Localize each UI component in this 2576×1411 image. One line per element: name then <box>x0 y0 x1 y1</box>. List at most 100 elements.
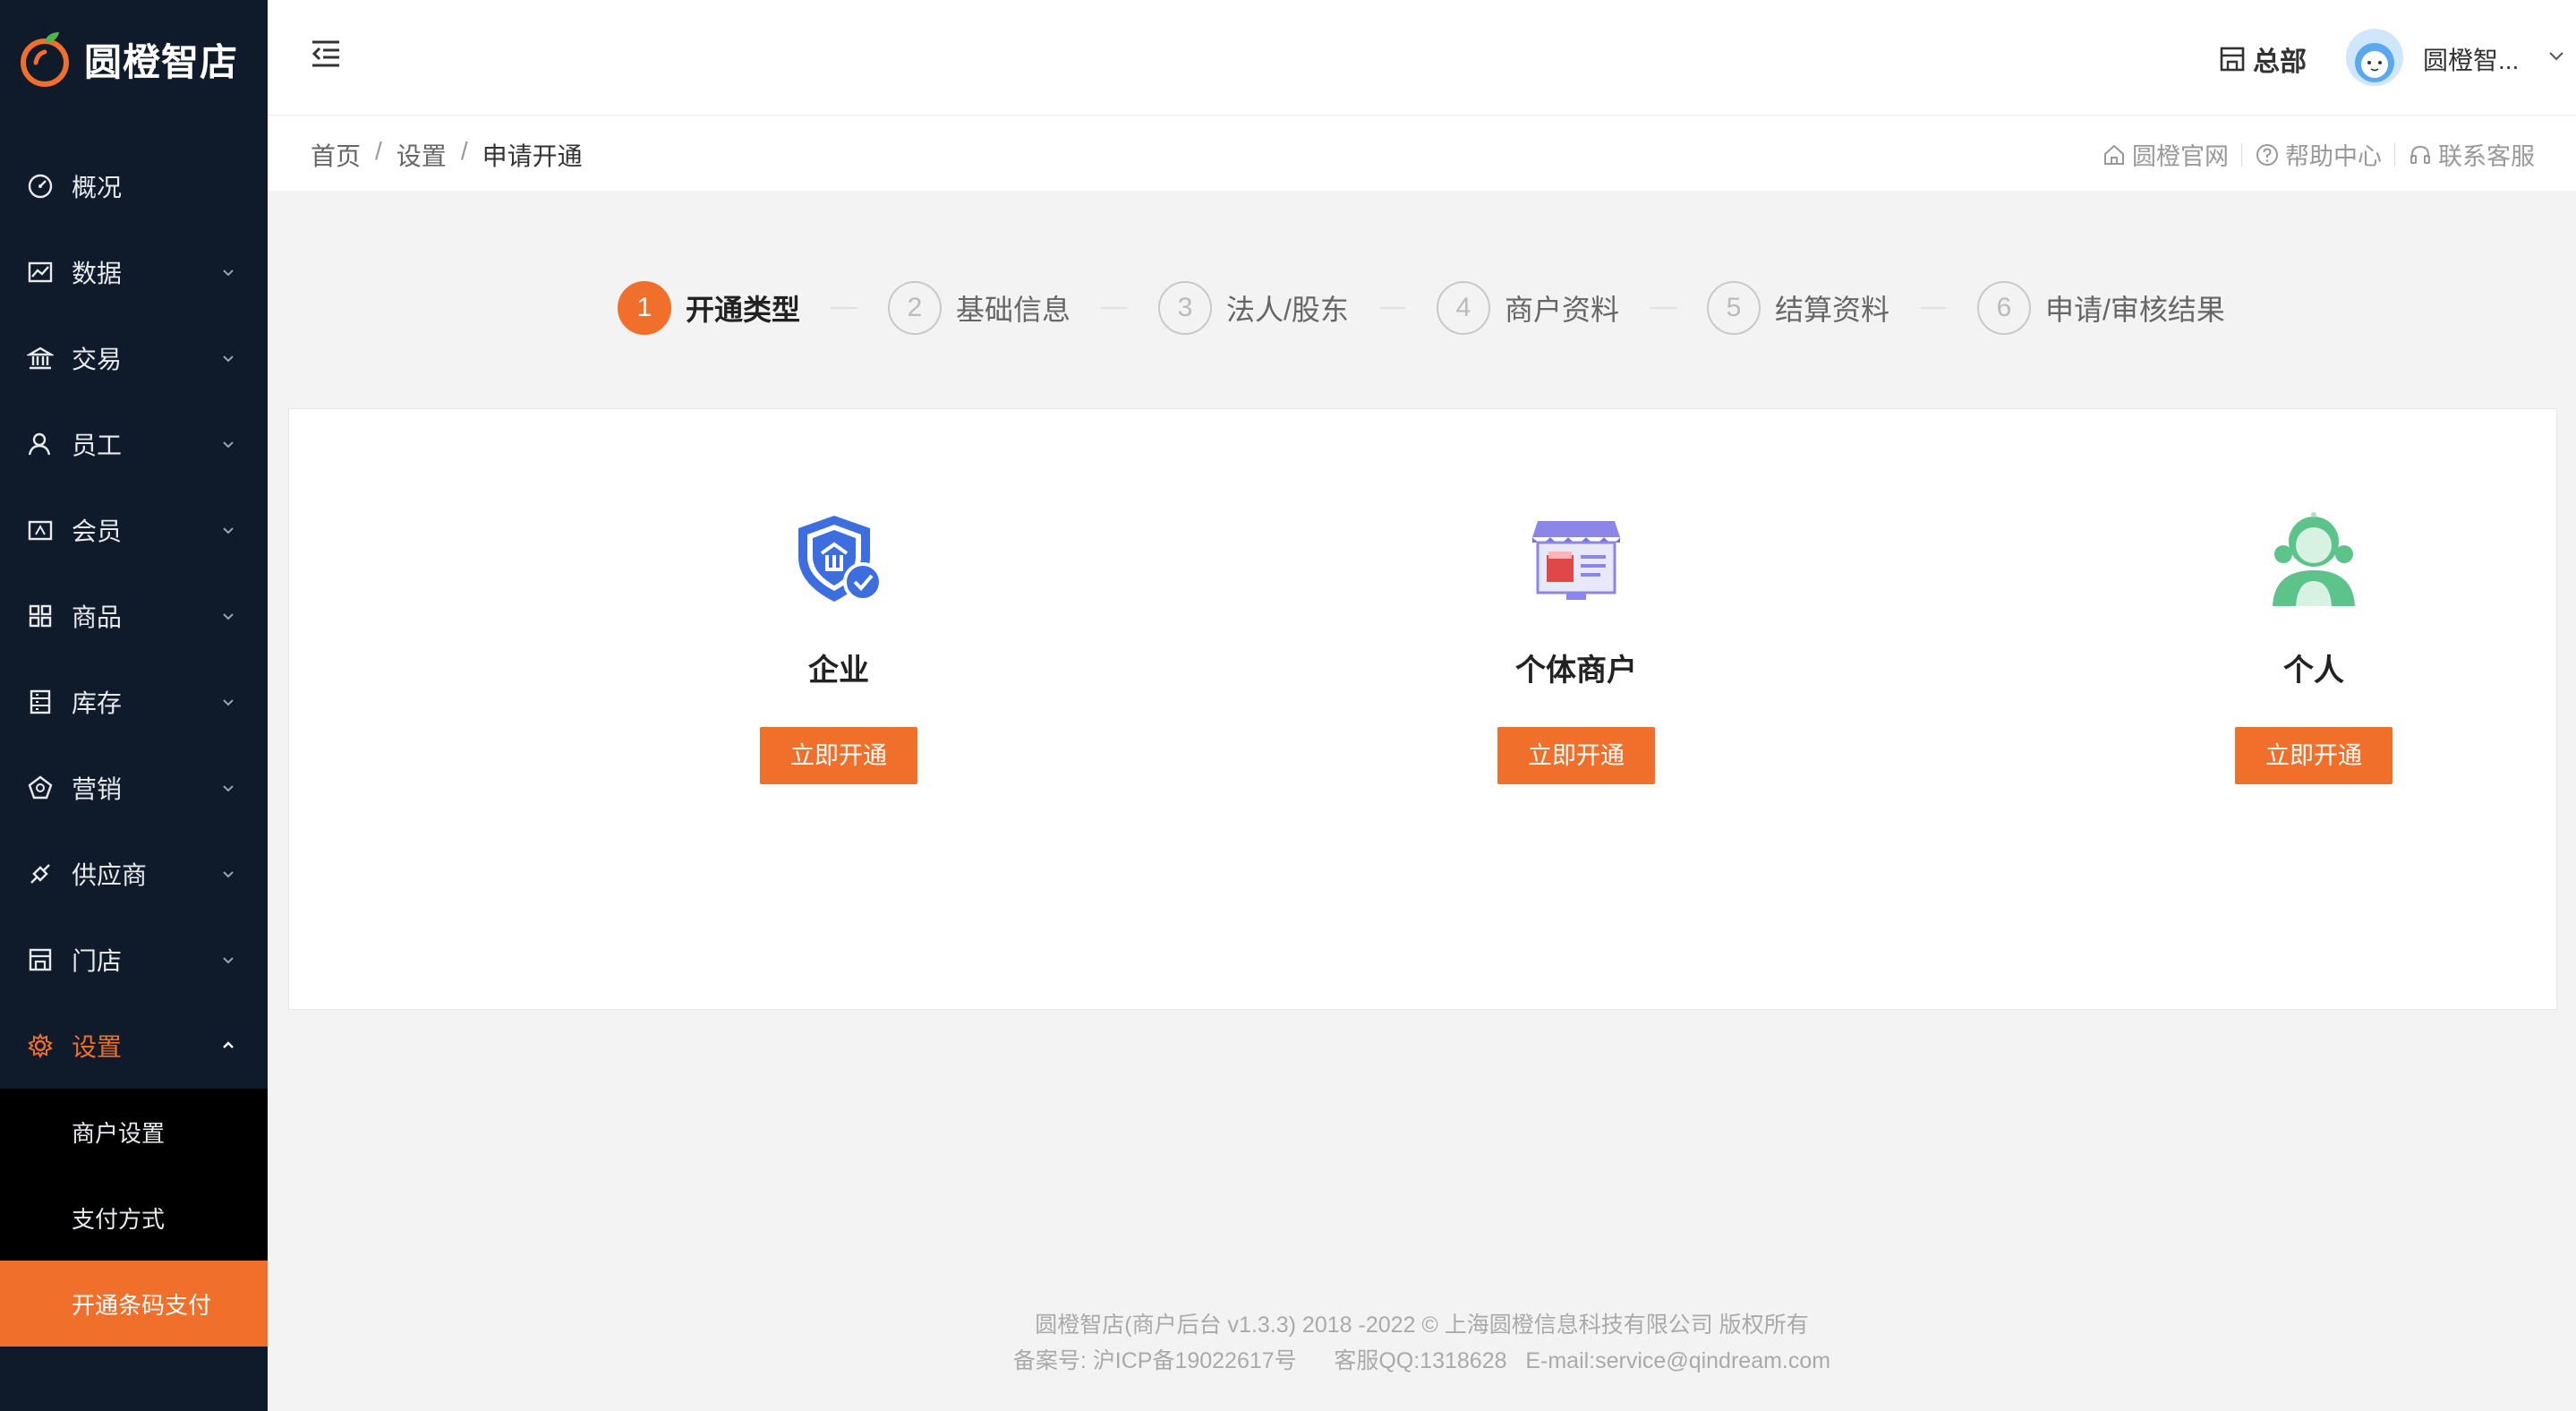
official-site-label: 圆橙官网 <box>2132 143 2229 170</box>
top-header: 总部 圆橙智... <box>268 0 2576 115</box>
supplier-icon <box>25 859 55 889</box>
avatar-face-icon <box>2355 43 2394 82</box>
footer: 圆橙智店(商户后台 v1.3.3) 2018 -2022 © 上海圆橙信息科技有… <box>268 1307 2576 1379</box>
option-personal: 个人 立即开通 <box>2179 506 2448 784</box>
official-site-link[interactable]: 圆橙官网 <box>2102 137 2229 172</box>
divider <box>2394 142 2395 167</box>
sidebar-item-store[interactable]: 门店 <box>0 917 268 1003</box>
step-number: 2 <box>888 281 943 335</box>
sidebar-item-inventory[interactable]: 库存 <box>0 659 268 745</box>
open-enterprise-button[interactable]: 立即开通 <box>760 727 917 784</box>
sidebar-item-marketing[interactable]: 营销 <box>0 745 268 831</box>
chevron-down-icon <box>223 871 234 878</box>
step-4: 4 商户资料 <box>1436 281 1619 335</box>
help-center-label: 帮助中心 <box>2285 143 2382 170</box>
step-label: 开通类型 <box>686 294 801 326</box>
chevron-down-icon <box>223 785 234 792</box>
chevron-down-icon <box>223 613 234 620</box>
sidebar-item-staff[interactable]: 员工 <box>0 401 268 487</box>
dashboard-icon <box>25 171 55 201</box>
open-individual-business-button[interactable]: 立即开通 <box>1497 727 1655 784</box>
chevron-down-icon <box>223 355 234 363</box>
contact-service-link[interactable]: 联系客服 <box>2408 137 2535 172</box>
sidebar-item-label: 会员 <box>72 517 123 545</box>
step-number: 5 <box>1706 281 1761 335</box>
enterprise-shield-icon <box>798 516 883 602</box>
submenu-item-barcode-payment[interactable]: 开通条码支付 <box>0 1261 268 1347</box>
step-label: 基础信息 <box>956 294 1071 326</box>
chevron-down-icon[interactable] <box>2548 50 2564 63</box>
chart-icon <box>25 257 55 287</box>
sidebar-item-label: 供应商 <box>72 861 148 889</box>
option-title: 企业 <box>808 654 869 688</box>
sidebar-item-supplier[interactable]: 供应商 <box>0 831 268 917</box>
sidebar-item-label: 门店 <box>72 947 123 975</box>
step-number: 3 <box>1158 281 1213 335</box>
home-icon <box>2104 144 2124 165</box>
divider <box>2241 142 2242 167</box>
sidebar-item-label: 设置 <box>72 1033 123 1061</box>
submenu-item-merchant-settings[interactable]: 商户设置 <box>0 1089 268 1175</box>
chevron-down-icon <box>223 269 234 277</box>
account-type-card: 企业 立即开通 个体商户 立即开通 个人 立即开通 <box>288 408 2557 1010</box>
breadcrumb-separator: / <box>460 137 468 165</box>
chevron-down-icon <box>223 699 234 706</box>
quick-links: 圆橙官网 帮助中心 联系客服 <box>2102 137 2535 172</box>
marketing-icon <box>25 773 55 803</box>
sidebar-item-label: 概况 <box>72 174 123 201</box>
step-5: 5 结算资料 <box>1706 281 1889 335</box>
sidebar-item-data[interactable]: 数据 <box>0 229 268 315</box>
sidebar-item-label: 营销 <box>72 775 123 803</box>
steps-progress: 1 开通类型 2 基础信息 3 法人/股东 4 商户资料 5 结算资料 6 申请… <box>618 279 2225 337</box>
breadcrumb: 首页 / 设置 / 申请开通 <box>311 137 583 173</box>
sidebar-item-label: 数据 <box>72 260 123 287</box>
settings-submenu: 商户设置 支付方式 开通条码支付 <box>0 1089 268 1347</box>
open-personal-button[interactable]: 立即开通 <box>2235 727 2393 784</box>
sidebar-menu: 概况 数据 交易 员工 会员 商品 库存 营销 供应商 门店 设置 商户设置 支… <box>0 143 268 1347</box>
breadcrumb-home[interactable]: 首页 <box>311 137 361 173</box>
contact-service-label: 联系客服 <box>2438 143 2535 170</box>
store-switcher[interactable]: 总部 <box>2219 39 2307 79</box>
shop-storefront-icon <box>1532 521 1620 600</box>
sidebar-item-overview[interactable]: 概况 <box>0 143 268 229</box>
chevron-up-icon <box>223 1041 234 1048</box>
submenu-item-payment-methods[interactable]: 支付方式 <box>0 1175 268 1261</box>
footer-copyright: 圆橙智店(商户后台 v1.3.3) 2018 -2022 © 上海圆橙信息科技有… <box>1035 1313 1809 1338</box>
chevron-down-icon <box>223 527 234 534</box>
sidebar-item-settings[interactable]: 设置 <box>0 1003 268 1089</box>
person-avatar-icon <box>2273 512 2355 606</box>
question-circle-icon <box>2256 143 2278 166</box>
step-label: 商户资料 <box>1504 294 1619 326</box>
step-number: 4 <box>1436 281 1490 335</box>
step-connector <box>1378 307 1406 309</box>
person-icon <box>25 429 55 459</box>
step-3: 3 法人/股东 <box>1158 281 1349 335</box>
step-6: 6 申请/审核结果 <box>1976 281 2225 335</box>
step-label: 法人/股东 <box>1226 294 1349 326</box>
sidebar-item-member[interactable]: 会员 <box>0 487 268 573</box>
collapse-menu-icon[interactable] <box>311 39 341 68</box>
sidebar-item-goods[interactable]: 商品 <box>0 573 268 659</box>
bank-icon <box>25 343 55 373</box>
sidebar-item-label: 交易 <box>72 346 123 373</box>
breadcrumb-settings[interactable]: 设置 <box>397 137 447 173</box>
breadcrumb-separator: / <box>375 137 382 165</box>
option-individual-business: 个体商户 立即开通 <box>1442 506 1710 784</box>
store-icon <box>25 945 55 975</box>
footer-contact: 备案号: 沪ICP备19022617号 客服QQ:1318628 E-mail:… <box>1012 1348 1831 1373</box>
sidebar-item-label: 员工 <box>72 432 123 459</box>
username[interactable]: 圆橙智... <box>2423 41 2519 77</box>
step-1: 1 开通类型 <box>618 281 800 335</box>
chevron-down-icon <box>223 441 234 449</box>
step-2: 2 基础信息 <box>888 281 1070 335</box>
step-connector <box>1101 307 1129 309</box>
breadcrumb-bar: 首页 / 设置 / 申请开通 圆橙官网 帮助中心 联系客服 <box>268 115 2576 191</box>
logo[interactable]: 圆橙智店 <box>18 25 238 93</box>
help-center-link[interactable]: 帮助中心 <box>2255 137 2382 172</box>
option-title: 个体商户 <box>1515 654 1637 688</box>
sidebar-item-label: 库存 <box>72 689 123 717</box>
sidebar-item-trade[interactable]: 交易 <box>0 315 268 401</box>
step-label: 申请/审核结果 <box>2044 294 2225 326</box>
avatar[interactable] <box>2346 29 2403 86</box>
step-number: 6 <box>1976 281 2031 335</box>
